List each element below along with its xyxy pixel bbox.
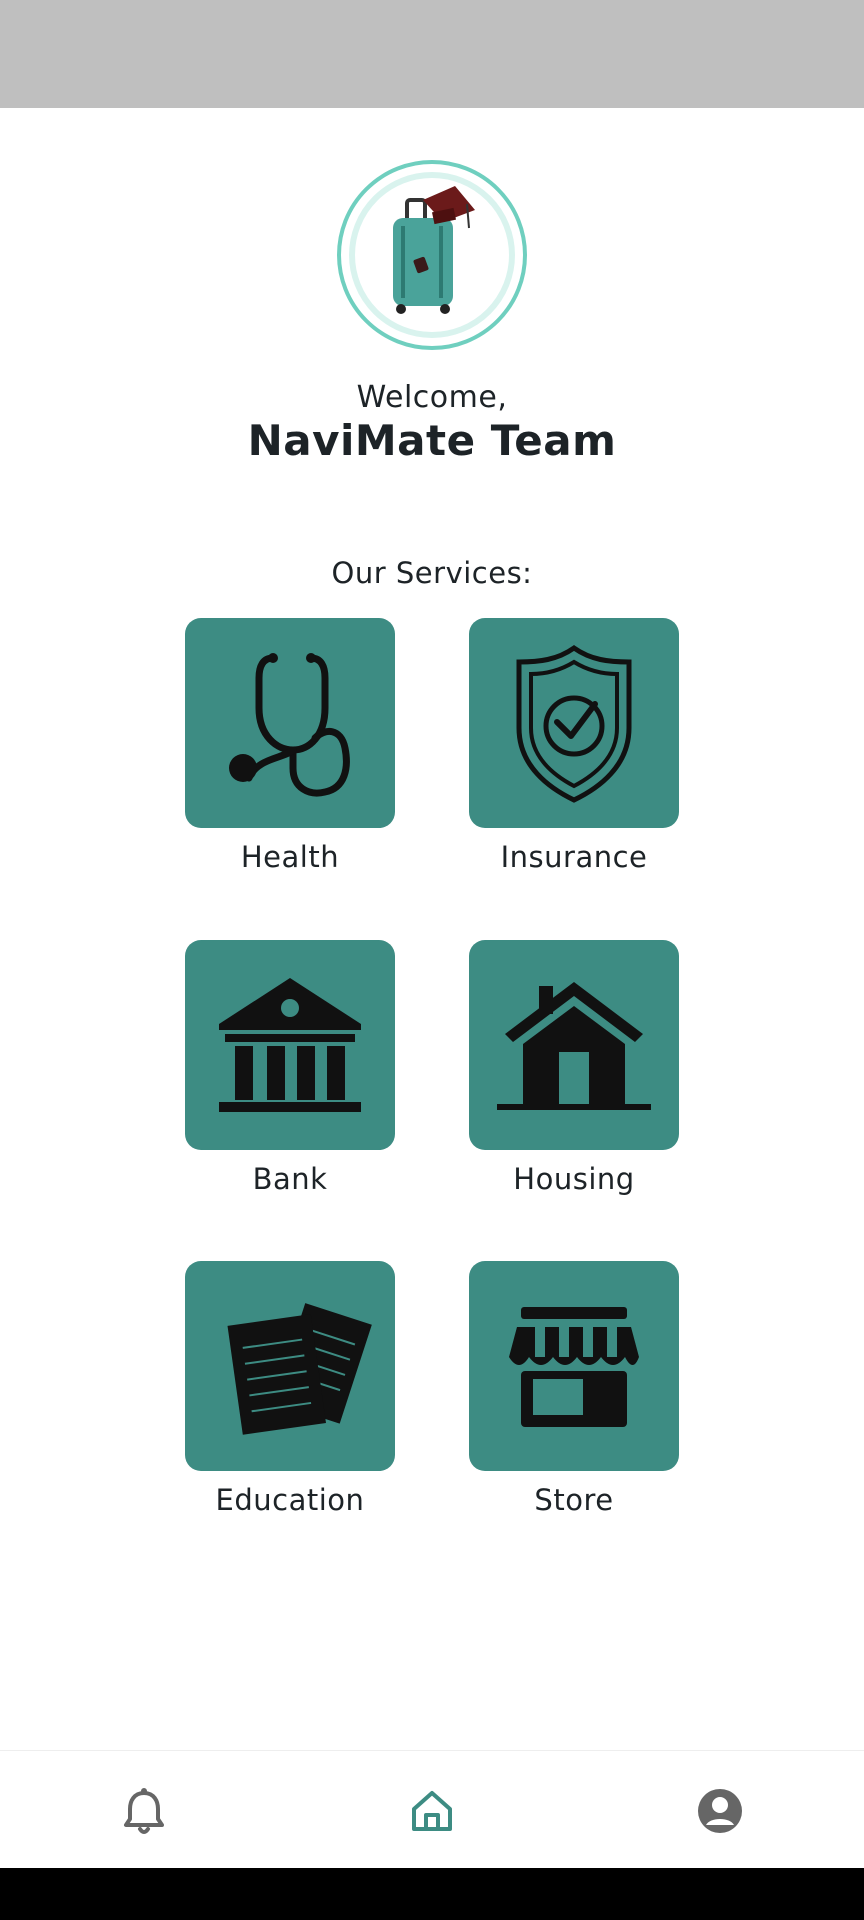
service-tile-store[interactable]: Store <box>469 1261 679 1517</box>
storefront-icon <box>509 1307 639 1427</box>
stethoscope-icon <box>229 653 350 797</box>
service-tile-insurance[interactable]: Insurance <box>469 618 679 874</box>
bottom-nav <box>0 1750 864 1869</box>
nav-home-button[interactable] <box>402 1781 462 1841</box>
system-navigation-bar <box>0 1868 864 1920</box>
bank-icon <box>219 978 361 1112</box>
avatar-frame <box>349 172 515 338</box>
service-tile-box[interactable] <box>469 618 679 828</box>
service-tile-housing[interactable]: Housing <box>469 940 679 1196</box>
shield-check-icon <box>516 644 632 803</box>
service-tile-box[interactable] <box>469 1261 679 1471</box>
house-icon <box>497 982 651 1110</box>
status-bar <box>0 0 864 108</box>
profile-avatar <box>337 160 527 350</box>
service-tile-education[interactable]: Education <box>185 1261 395 1517</box>
service-tile-bank[interactable]: Bank <box>185 940 395 1196</box>
service-tile-box[interactable] <box>469 940 679 1150</box>
suitcase-graduation-cap-icon <box>393 186 475 314</box>
service-tile-box[interactable] <box>185 940 395 1150</box>
service-label: Bank <box>252 1162 328 1196</box>
services-heading: Our Services: <box>331 556 533 590</box>
service-tile-box[interactable] <box>185 618 395 828</box>
bell-icon <box>124 1788 164 1834</box>
service-label: Store <box>534 1483 614 1517</box>
welcome-text: Welcome, <box>356 380 508 415</box>
app-screen: Welcome, NaviMate Team Our Services: Hea… <box>0 0 864 1920</box>
documents-icon <box>227 1303 372 1435</box>
service-label: Insurance <box>500 840 648 874</box>
user-name: NaviMate Team <box>247 416 617 465</box>
nav-profile-button[interactable] <box>690 1781 750 1841</box>
home-icon <box>412 1791 452 1831</box>
service-label: Education <box>215 1483 365 1517</box>
service-label: Health <box>240 840 340 874</box>
service-tile-health[interactable]: Health <box>185 618 395 874</box>
service-label: Housing <box>513 1162 635 1196</box>
nav-notifications-button[interactable] <box>114 1781 174 1841</box>
service-tile-box[interactable] <box>185 1261 395 1471</box>
profile-icon <box>698 1789 742 1833</box>
